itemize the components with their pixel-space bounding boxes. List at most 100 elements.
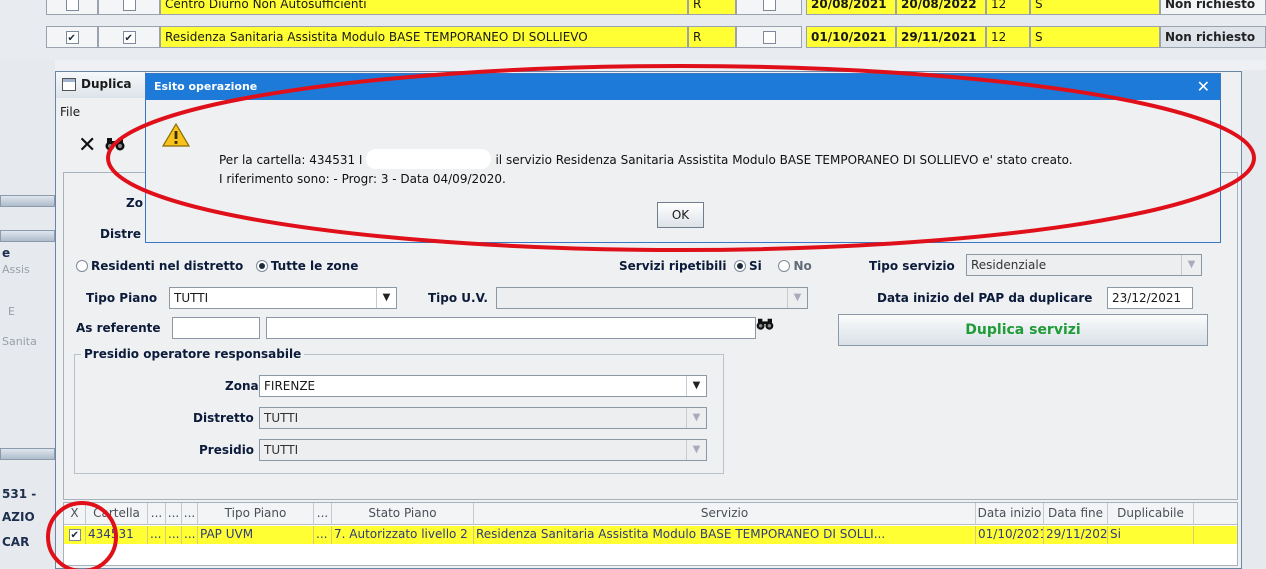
chevron-down-icon[interactable]: ▼: [787, 288, 807, 308]
as-referente-name-input[interactable]: [266, 317, 756, 339]
row-checkbox[interactable]: [762, 31, 776, 44]
menu-bar: File: [60, 105, 80, 119]
chevron-down-icon[interactable]: ▼: [1181, 255, 1201, 275]
message-text: il servizio Residenza Sanitaria Assistit…: [495, 153, 1073, 167]
dialog-message-line1: Per la cartella: 434531 I il servizio Res…: [219, 149, 1073, 169]
data-inizio-label: Data inizio del PAP da duplicare: [877, 291, 1093, 305]
presidio-zona-select[interactable]: FIRENZE ▼: [259, 375, 707, 397]
radio-tutte-le-zone[interactable]: Tutte le zone: [255, 259, 359, 273]
background-services-table: Centro Diurno Non Autosufficienti R 20/0…: [0, 0, 1266, 60]
ok-button[interactable]: OK: [657, 202, 704, 228]
radio-label: Tutte le zone: [270, 259, 359, 273]
radio-residenti[interactable]: Residenti nel distretto: [76, 259, 243, 273]
results-table-header: X Cartella ... ... ... Tipo Piano ... St…: [64, 503, 1237, 525]
checkbox-cell[interactable]: [98, 0, 160, 15]
row-checkbox[interactable]: [122, 29, 136, 47]
as-referente-label: As referente: [76, 321, 161, 335]
checkbox-cell[interactable]: [98, 26, 160, 48]
table-row[interactable]: Residenza Sanitaria Assistita Modulo BAS…: [0, 26, 1266, 48]
col-header[interactable]: Tipo Piano: [198, 503, 314, 525]
data-fine-cell: 29/11/2021: [896, 26, 986, 48]
collapsed-panel-bar[interactable]: [0, 230, 55, 242]
col-header[interactable]: Servizio: [474, 503, 976, 525]
radio-si[interactable]: Si: [734, 259, 762, 273]
chevron-down-icon[interactable]: ▼: [376, 288, 396, 308]
checkbox-cell[interactable]: [736, 26, 802, 48]
presidio-zona-label: Zona: [225, 379, 259, 393]
chevron-down-icon[interactable]: ▼: [686, 440, 706, 460]
stato-cell: Non richiesto: [1160, 0, 1266, 15]
radio-button[interactable]: [255, 260, 268, 272]
tipo-piano-label: Tipo Piano: [86, 291, 158, 305]
radio-button[interactable]: [734, 260, 746, 272]
underlying-window-left-strip: e Assis E Sanita 531 - AZIO CAR: [0, 60, 55, 569]
presidio-presidio-select[interactable]: TUTTI ▼: [259, 439, 707, 461]
presidio-presidio-label: Presidio: [199, 443, 255, 457]
col-header[interactable]: Data inizio: [976, 503, 1044, 525]
duplica-titlebar: Duplica: [56, 72, 146, 98]
esito-operazione-dialog: Esito operazione ✕ Per la cartella: 4345…: [145, 73, 1221, 243]
tipo-servizio-select[interactable]: Residenziale ▼: [966, 254, 1202, 276]
radio-label: Si: [749, 259, 762, 273]
tipo-uv-select[interactable]: ▼: [496, 287, 808, 309]
col-header[interactable]: Cartella: [86, 503, 148, 525]
stato-cell: Non richiesto: [1160, 26, 1266, 48]
fragment-label: AZIO: [2, 510, 35, 524]
fragment-label: E: [8, 305, 15, 318]
select-value: TUTTI: [174, 291, 209, 305]
checkbox-cell[interactable]: [46, 26, 98, 48]
tipo-piano-select[interactable]: TUTTI ▼: [169, 287, 397, 309]
select-value: TUTTI: [264, 443, 299, 457]
close-icon[interactable]: ✕: [1197, 77, 1210, 97]
menu-file[interactable]: File: [60, 105, 80, 119]
chevron-down-icon[interactable]: ▼: [686, 408, 706, 428]
table-row[interactable]: Centro Diurno Non Autosufficienti R 20/0…: [0, 0, 1266, 15]
col-header[interactable]: X: [64, 503, 86, 525]
radio-button[interactable]: [76, 260, 88, 272]
row-checkbox[interactable]: [65, 29, 79, 47]
row-checkbox[interactable]: [65, 0, 79, 11]
data-inizio-cell: 01/10/2021: [976, 526, 1044, 544]
tipo-uv-label: Tipo U.V.: [428, 291, 488, 305]
close-icon[interactable]: ✕: [78, 134, 96, 158]
col-header[interactable]: Data fine: [1044, 503, 1108, 525]
chevron-down-icon[interactable]: ▼: [686, 376, 706, 396]
table-row[interactable]: 434531 ... ... ... PAP UVM ... 7. Autori…: [64, 526, 1237, 544]
radio-no[interactable]: No: [778, 259, 812, 273]
cartella-cell: 434531: [86, 526, 148, 544]
fragment-label: Assis: [2, 263, 30, 276]
zona-scope-radios: Residenti nel distretto Tutte le zone: [76, 259, 358, 273]
servizio-cell: Residenza Sanitaria Assistita Modulo BAS…: [160, 26, 688, 48]
col-header[interactable]: Stato Piano: [332, 503, 474, 525]
col-header[interactable]: ...: [314, 503, 332, 525]
collapsed-panel-bar[interactable]: [0, 195, 55, 207]
as-referente-code-input[interactable]: [172, 317, 260, 339]
col-header[interactable]: Duplicabile: [1108, 503, 1194, 525]
servizi-ripetibili-label: Servizi ripetibili: [619, 259, 727, 273]
select-cell[interactable]: [64, 526, 86, 544]
duplica-servizi-button[interactable]: Duplica servizi: [838, 314, 1208, 346]
data-inizio-input[interactable]: 23/12/2021: [1107, 287, 1193, 309]
servizio-cell: Centro Diurno Non Autosufficienti: [160, 0, 688, 15]
cell: ...: [148, 526, 166, 544]
dialog-titlebar: Esito operazione ✕: [146, 74, 1220, 100]
row-checkbox[interactable]: [122, 0, 136, 11]
radio-button[interactable]: [778, 260, 791, 272]
search-binoculars-icon[interactable]: [753, 315, 777, 337]
collapsed-panel-bar[interactable]: [0, 448, 55, 460]
col-header[interactable]: ...: [166, 503, 182, 525]
checkbox-cell[interactable]: [46, 0, 98, 15]
data-inizio-cell: 01/10/2021: [806, 26, 896, 48]
presidio-distretto-select[interactable]: TUTTI ▼: [259, 407, 707, 429]
radio-label: No: [793, 259, 812, 273]
binoculars-search-icon[interactable]: [105, 136, 125, 156]
data-inizio-cell: 20/08/2021: [806, 0, 896, 15]
underlying-window-right-strip: [1242, 70, 1266, 569]
row-checkbox[interactable]: [68, 527, 81, 544]
checkbox-cell[interactable]: [736, 0, 802, 15]
window-icon: [62, 78, 76, 91]
col-header[interactable]: ...: [148, 503, 166, 525]
col-header[interactable]: ...: [182, 503, 198, 525]
row-checkbox[interactable]: [762, 0, 776, 11]
data-fine-cell: 20/08/2022: [896, 0, 986, 15]
